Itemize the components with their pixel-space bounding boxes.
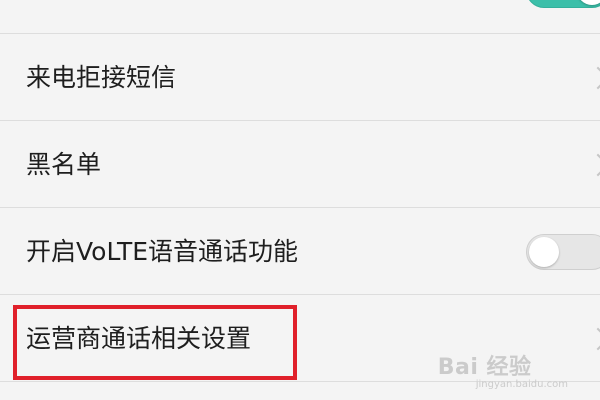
toggle-switch-on[interactable] bbox=[526, 0, 600, 8]
chevron-right-icon bbox=[586, 153, 600, 177]
settings-row-top-cutoff[interactable] bbox=[0, 0, 600, 34]
settings-list: 来电拒接短信 黑名单 开启VoLTE语音通话功能 运营商通话相关设置 Bai 经… bbox=[0, 0, 600, 400]
watermark: Bai 经验 jingyan.baidu.com bbox=[438, 349, 568, 390]
settings-row-volte[interactable]: 开启VoLTE语音通话功能 bbox=[0, 208, 600, 295]
toggle-knob bbox=[577, 0, 600, 5]
toggle-knob bbox=[529, 237, 559, 267]
watermark-sub: jingyan.baidu.com bbox=[475, 379, 568, 390]
highlight-box bbox=[13, 305, 297, 380]
chevron-right-icon bbox=[586, 327, 600, 351]
settings-row-reject-sms[interactable]: 来电拒接短信 bbox=[0, 34, 600, 121]
chevron-right-icon bbox=[586, 66, 600, 90]
settings-row-label: 开启VoLTE语音通话功能 bbox=[26, 237, 299, 266]
settings-row-label: 来电拒接短信 bbox=[26, 63, 177, 92]
settings-row-label: 黑名单 bbox=[26, 150, 102, 179]
settings-row-blacklist[interactable]: 黑名单 bbox=[0, 121, 600, 208]
watermark-brand: Bai 经验 bbox=[437, 355, 532, 380]
toggle-switch-off[interactable] bbox=[526, 234, 600, 270]
